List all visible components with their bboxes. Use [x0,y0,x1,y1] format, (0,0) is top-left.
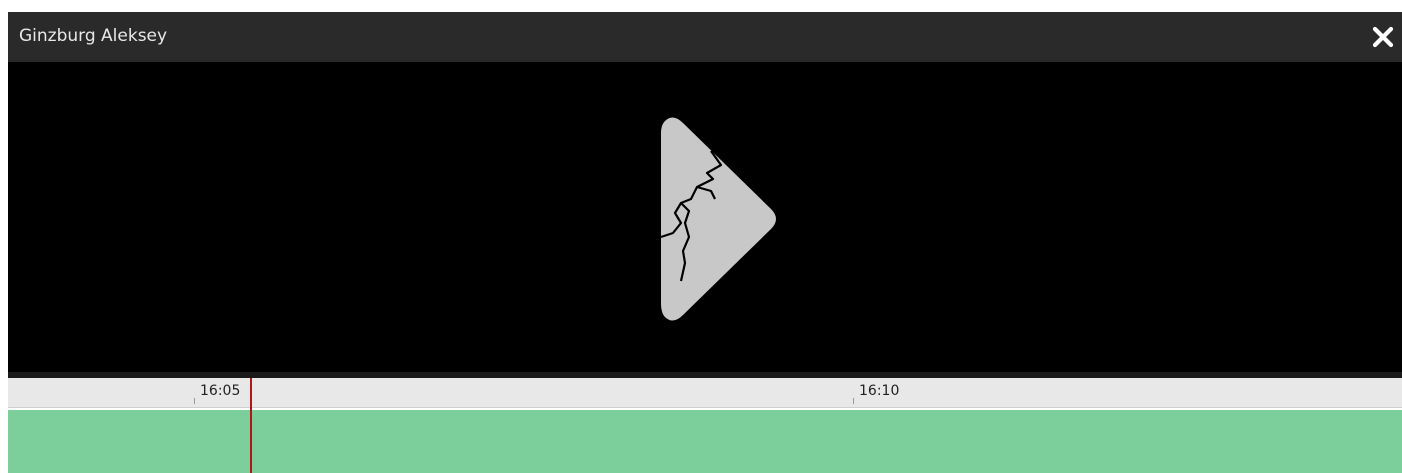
window-title: Ginzburg Aleksey [19,26,168,46]
timeline-ruler[interactable]: 16:05 16:10 [8,378,1402,408]
tick-label: 16:10 [859,383,900,399]
recording-track[interactable] [8,408,1402,473]
close-icon[interactable] [1370,24,1396,50]
tick-mark [194,398,195,404]
playhead[interactable] [250,378,252,473]
tick-label: 16:05 [200,383,241,399]
title-bar: Ginzburg Aleksey [8,12,1402,62]
video-player-window: Ginzburg Aleksey 16:05 16:10 [8,12,1402,473]
video-area[interactable] [8,62,1402,372]
tick-mark [853,398,854,404]
broken-play-icon [660,117,776,321]
